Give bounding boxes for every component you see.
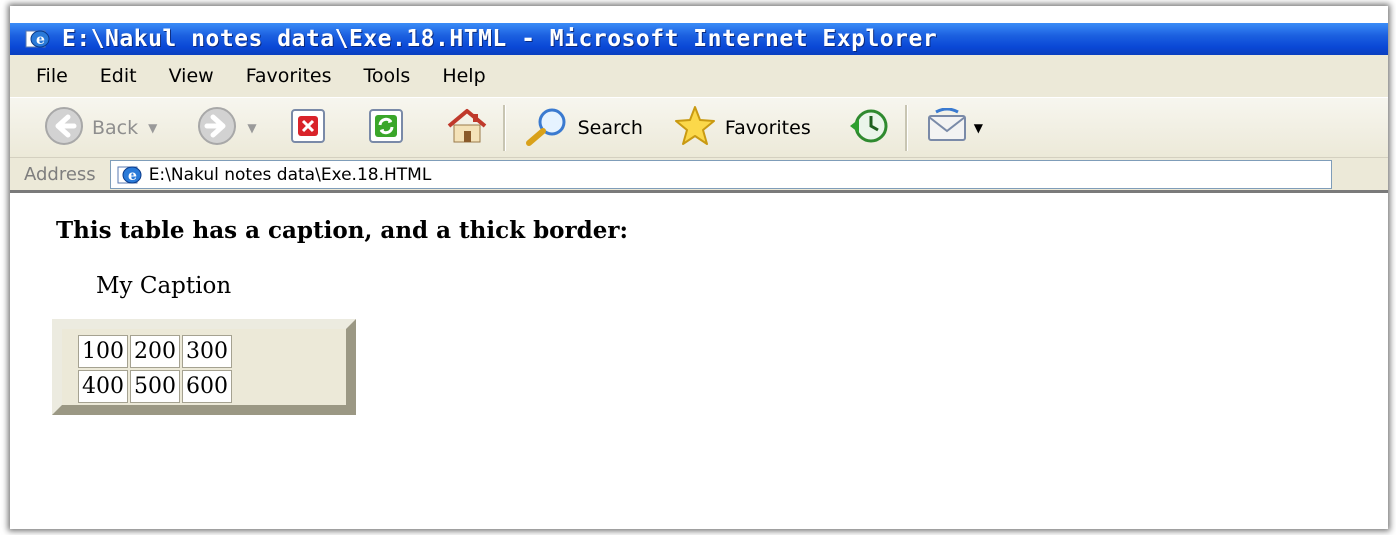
svg-text:e: e bbox=[36, 32, 45, 48]
table-cell: 300 bbox=[182, 335, 232, 368]
search-button[interactable]: Search bbox=[524, 103, 643, 153]
favorites-star-icon bbox=[673, 105, 717, 151]
back-label: Back bbox=[92, 117, 139, 139]
table-cell: 400 bbox=[78, 370, 128, 403]
home-icon bbox=[445, 106, 489, 150]
refresh-button[interactable] bbox=[367, 103, 405, 153]
address-input[interactable]: e E:\Nakul notes data\Exe.18.HTML bbox=[109, 160, 1332, 189]
menu-favorites[interactable]: Favorites bbox=[230, 65, 348, 87]
menu-file[interactable]: File bbox=[10, 65, 84, 87]
title-bar[interactable]: e E:\Nakul notes data\Exe.18.HTML - Micr… bbox=[10, 23, 1388, 55]
table-cell: 100 bbox=[78, 335, 128, 368]
toolbar-separator bbox=[502, 105, 506, 151]
page-content: This table has a caption, and a thick bo… bbox=[10, 193, 1388, 529]
menu-view[interactable]: View bbox=[153, 65, 230, 87]
mail-icon bbox=[926, 107, 970, 148]
stop-button[interactable] bbox=[289, 103, 327, 153]
menu-tools[interactable]: Tools bbox=[348, 65, 427, 87]
refresh-icon bbox=[367, 107, 405, 149]
favorites-label: Favorites bbox=[724, 117, 811, 139]
history-icon bbox=[847, 106, 891, 150]
history-button[interactable] bbox=[847, 103, 891, 153]
ie-page-icon: e bbox=[24, 27, 52, 51]
address-value: E:\Nakul notes data\Exe.18.HTML bbox=[148, 164, 432, 185]
window-title: E:\Nakul notes data\Exe.18.HTML - Micros… bbox=[62, 26, 938, 52]
table-row: 100 200 300 bbox=[78, 335, 232, 368]
forward-arrow-icon bbox=[197, 106, 237, 150]
stop-icon bbox=[289, 107, 327, 149]
favorites-button[interactable]: Favorites bbox=[673, 103, 811, 153]
table-cell: 200 bbox=[130, 335, 180, 368]
table-cell: 500 bbox=[130, 370, 180, 403]
dropdown-arrow-icon[interactable]: ▼ bbox=[247, 121, 256, 135]
menu-bar: File Edit View Favorites Tools Help bbox=[10, 55, 1388, 97]
address-label: Address bbox=[24, 164, 96, 185]
toolbar: Back ▼ ▼ Search Favorites ▼ bbox=[10, 97, 1388, 158]
dropdown-arrow-icon[interactable]: ▼ bbox=[974, 121, 983, 135]
menu-edit[interactable]: Edit bbox=[84, 65, 153, 87]
browser-window: e E:\Nakul notes data\Exe.18.HTML - Micr… bbox=[10, 6, 1388, 529]
thick-border-table: 100 200 300 400 500 600 bbox=[52, 319, 356, 415]
table-row: 400 500 600 bbox=[78, 370, 232, 403]
search-label: Search bbox=[577, 117, 643, 139]
forward-button[interactable]: ▼ bbox=[197, 103, 257, 153]
back-arrow-icon bbox=[44, 106, 84, 150]
search-icon bbox=[524, 106, 570, 150]
menu-help[interactable]: Help bbox=[426, 65, 501, 87]
data-table: 100 200 300 400 500 600 bbox=[76, 333, 234, 405]
toolbar-separator bbox=[904, 105, 908, 151]
ie-page-icon: e bbox=[117, 164, 143, 186]
svg-text:e: e bbox=[128, 168, 137, 184]
mail-button[interactable]: ▼ bbox=[926, 103, 983, 153]
page-heading: This table has a caption, and a thick bo… bbox=[56, 217, 628, 244]
home-button[interactable] bbox=[445, 103, 489, 153]
address-bar: Address e E:\Nakul notes data\Exe.18.HTM… bbox=[10, 157, 1388, 191]
table-cell: 600 bbox=[182, 370, 232, 403]
table-caption: My Caption bbox=[96, 273, 232, 299]
dropdown-arrow-icon[interactable]: ▼ bbox=[148, 121, 157, 135]
back-button[interactable]: Back ▼ bbox=[44, 103, 157, 153]
